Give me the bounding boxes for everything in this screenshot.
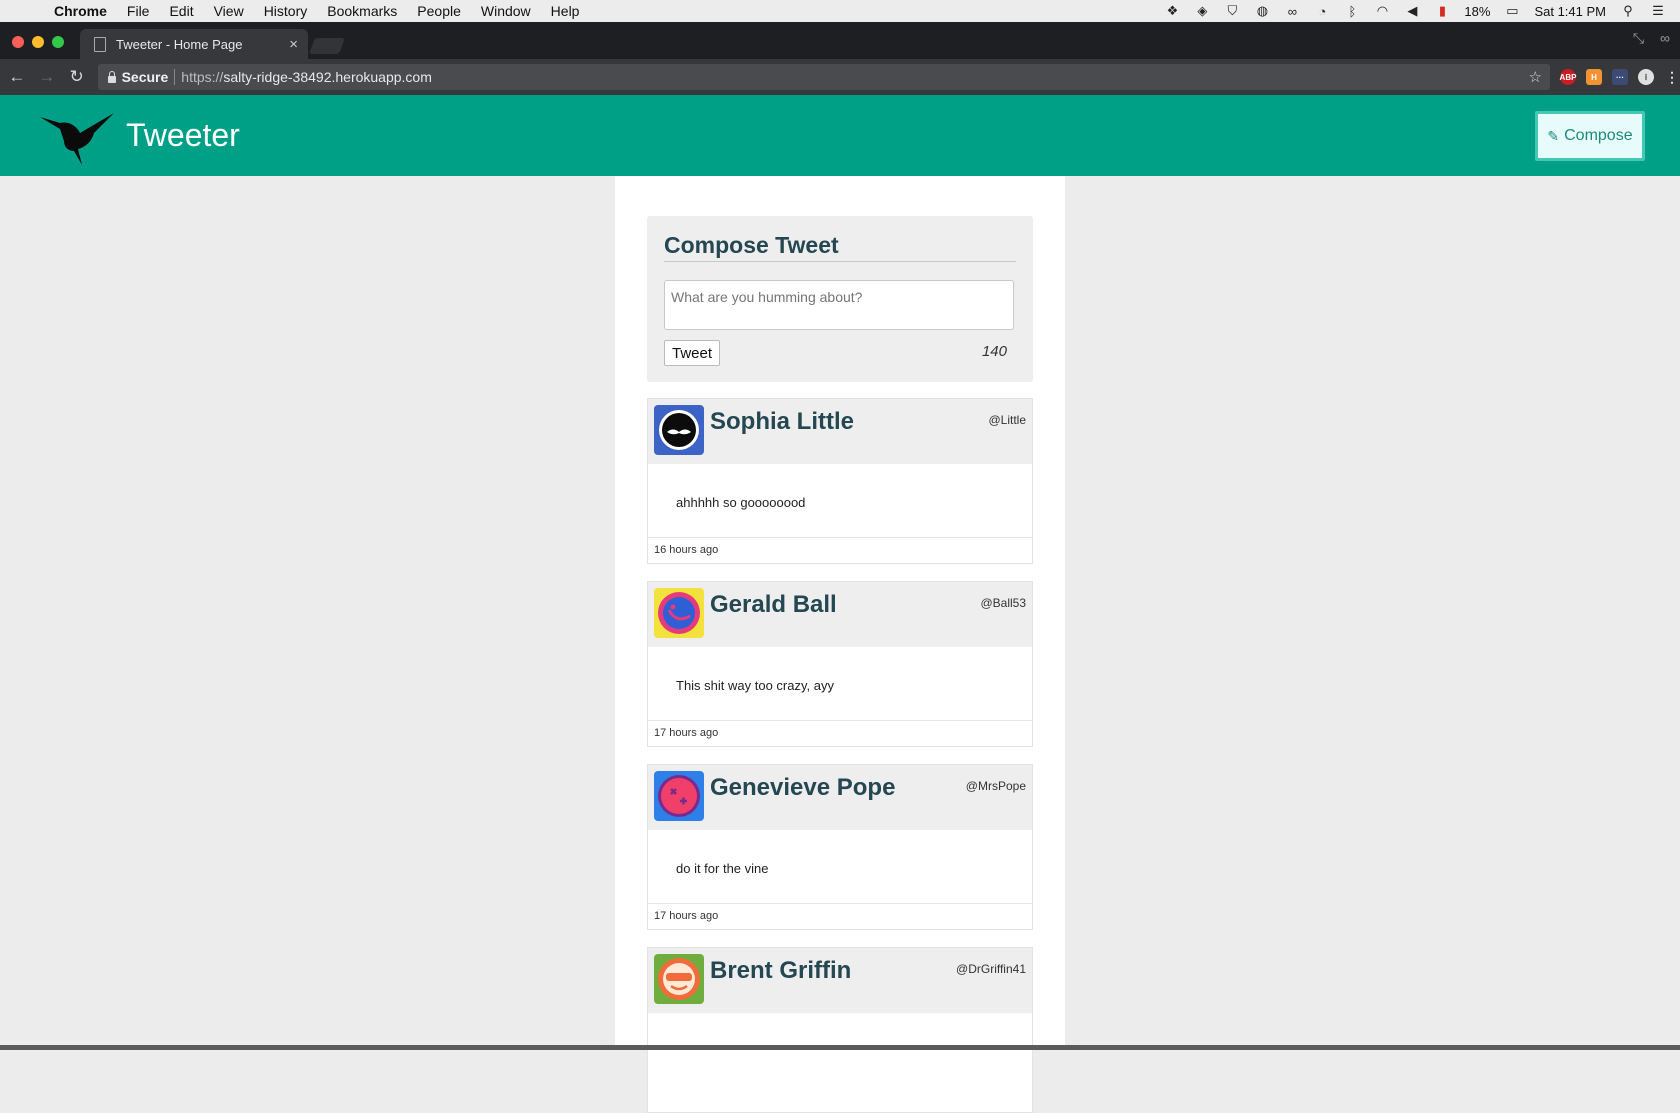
- tweet-card: Gerald Ball @Ball53 This shit way too cr…: [647, 581, 1033, 747]
- sync-icon[interactable]: ◍: [1254, 3, 1270, 18]
- compose-toggle-button[interactable]: ✎ Compose: [1535, 111, 1645, 161]
- tweet-author-name: Brent Griffin: [710, 957, 852, 984]
- tweet-footer: 17 hours ago: [648, 903, 1032, 930]
- extension-menu-icon[interactable]: ···: [1611, 69, 1628, 85]
- tweet-card: Genevieve Pope @MrsPope do it for the vi…: [647, 764, 1033, 930]
- tweet-footer: 17 hours ago: [648, 720, 1032, 747]
- tweet-card: Brent Griffin @DrGriffin41: [647, 947, 1033, 1113]
- shield-icon[interactable]: ⛉: [1224, 3, 1240, 18]
- battery-percent: 18%: [1464, 3, 1491, 19]
- back-arrow-icon[interactable]: ←: [4, 67, 30, 87]
- menu-app-name[interactable]: Chrome: [54, 3, 107, 19]
- vpn-icon[interactable]: ◈: [1194, 3, 1210, 18]
- spotlight-search-icon[interactable]: ⚲: [1620, 3, 1636, 18]
- avatar: [654, 405, 704, 455]
- tweet-timestamp: 16 hours ago: [654, 544, 719, 556]
- tweet-header: Brent Griffin @DrGriffin41: [648, 948, 1032, 1013]
- tweet-author-handle: @DrGriffin41: [956, 962, 1026, 976]
- menu-bookmarks[interactable]: Bookmarks: [327, 3, 397, 19]
- browser-tab-strip: Tweeter - Home Page × ⤡ ∞: [0, 22, 1680, 59]
- url-scheme: https://: [181, 69, 224, 85]
- tweet-header: Sophia Little @Little: [648, 399, 1032, 464]
- tab-title: Tweeter - Home Page: [116, 36, 243, 52]
- bookmark-star-icon[interactable]: ☆: [1529, 68, 1542, 86]
- compose-tweet-panel: Compose Tweet Tweet 140: [647, 216, 1033, 382]
- page-icon: [94, 36, 106, 52]
- tweet-header: Gerald Ball @Ball53: [648, 582, 1032, 647]
- tweet-timestamp: 17 hours ago: [654, 727, 719, 739]
- tweet-timestamp: 17 hours ago: [654, 910, 719, 922]
- window-minimize-button[interactable]: [32, 36, 44, 48]
- window-close-button[interactable]: [12, 36, 24, 48]
- tweet-text: This shit way too crazy, ayy: [676, 678, 834, 693]
- tweet-card: Sophia Little @Little ahhhhh so gooooooo…: [647, 398, 1033, 564]
- lock-icon: [107, 70, 116, 83]
- bluetooth-icon[interactable]: ᛒ: [1344, 4, 1360, 19]
- chrome-menu-icon[interactable]: ⋮: [1664, 69, 1680, 85]
- avatar: [654, 771, 704, 821]
- volume-icon[interactable]: ◀: [1404, 3, 1420, 18]
- browser-toolbar: ← → ↻ Secure https:// salty-ridge-38492.…: [0, 59, 1680, 95]
- window-bottom-edge: [0, 1045, 1680, 1050]
- avatar: [654, 588, 704, 638]
- dropbox-icon[interactable]: ❖: [1164, 3, 1180, 18]
- battery-icon[interactable]: ▭: [1504, 3, 1520, 18]
- browser-tab-active[interactable]: Tweeter - Home Page ×: [80, 29, 308, 59]
- restore-icon[interactable]: ⤡: [1633, 30, 1644, 47]
- app-nav-bar: Tweeter ✎ Compose: [0, 95, 1680, 176]
- wifi-icon[interactable]: ◠: [1374, 3, 1390, 18]
- menu-file[interactable]: File: [127, 3, 150, 19]
- tweet-footer: 16 hours ago: [648, 537, 1032, 564]
- address-bar[interactable]: Secure https:// salty-ridge-38492.heroku…: [97, 64, 1550, 90]
- menu-history[interactable]: History: [264, 3, 308, 19]
- system-menu-bar: Chrome File Edit View History Bookmarks …: [0, 0, 1680, 23]
- clock[interactable]: Sat 1:41 PM: [1534, 4, 1606, 19]
- tweet-text: do it for the vine: [676, 861, 769, 876]
- menu-edit[interactable]: Edit: [169, 3, 193, 19]
- hummingbird-logo-icon: [40, 113, 114, 165]
- forward-arrow-icon[interactable]: →: [34, 67, 60, 87]
- tweet-author-handle: @Ball53: [980, 596, 1026, 610]
- tweet-submit-button[interactable]: Tweet: [664, 340, 721, 366]
- menu-help[interactable]: Help: [551, 3, 580, 19]
- menu-people[interactable]: People: [417, 3, 461, 19]
- hubspot-extension-icon[interactable]: H: [1585, 69, 1602, 85]
- compose-title: Compose Tweet: [664, 232, 1016, 262]
- edit-icon: ✎: [1547, 127, 1560, 144]
- compose-button-label: Compose: [1564, 127, 1633, 144]
- url-host: salty-ridge-38492.herokuapp.com: [223, 69, 432, 85]
- tweet-author-handle: @MrsPope: [965, 779, 1026, 793]
- window-zoom-button[interactable]: [52, 36, 64, 48]
- incognito-icon[interactable]: ∞: [1660, 30, 1670, 47]
- tweet-author-name: Gerald Ball: [710, 591, 837, 618]
- tab-close-icon[interactable]: ×: [289, 36, 298, 53]
- adblock-icon[interactable]: ABP: [1560, 69, 1576, 85]
- character-counter: 140: [981, 343, 1007, 360]
- tweet-author-handle: @Little: [988, 413, 1026, 427]
- brand-title[interactable]: Tweeter: [126, 117, 240, 154]
- reload-icon[interactable]: ↻: [64, 67, 90, 87]
- tweet-author-name: Genevieve Pope: [710, 774, 896, 801]
- flag-icon[interactable]: ▮: [1434, 3, 1450, 18]
- glasses-icon[interactable]: ∞: [1284, 4, 1300, 19]
- tweet-author-name: Sophia Little: [710, 408, 854, 435]
- menu-view[interactable]: View: [214, 3, 244, 19]
- tweet-header: Genevieve Pope @MrsPope: [648, 765, 1032, 830]
- time-machine-icon[interactable]: ◔: [1314, 4, 1330, 19]
- notification-center-icon[interactable]: ☰: [1650, 3, 1666, 18]
- menu-window[interactable]: Window: [481, 3, 531, 19]
- tweet-text: ahhhhh so goooooood: [676, 495, 806, 510]
- main-column: Compose Tweet Tweet 140 Sophia Little @L…: [615, 176, 1065, 1113]
- tweet-input[interactable]: [664, 280, 1014, 330]
- onepassword-icon[interactable]: ⅰ: [1637, 69, 1654, 85]
- avatar: [654, 954, 704, 1004]
- new-tab-button[interactable]: [309, 38, 345, 54]
- secure-label: Secure: [121, 69, 169, 85]
- address-separator: [174, 69, 176, 85]
